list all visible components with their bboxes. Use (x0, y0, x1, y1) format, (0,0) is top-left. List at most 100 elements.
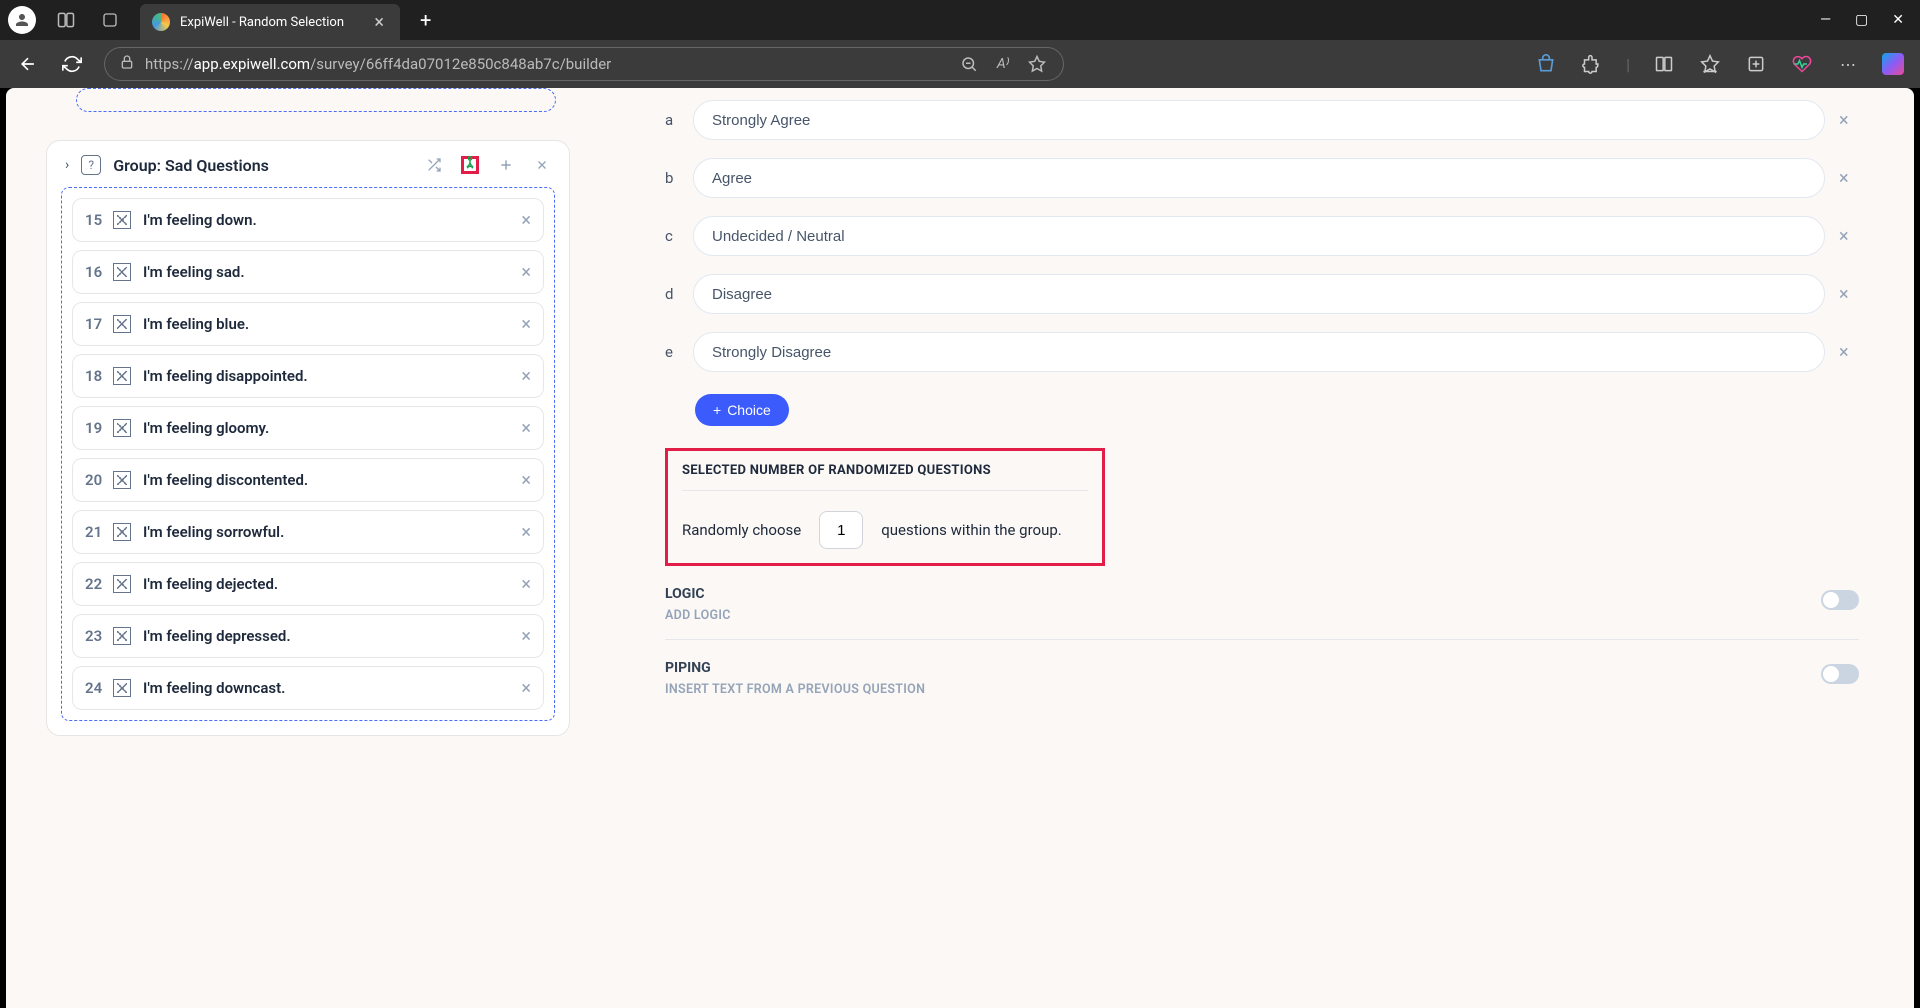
question-item[interactable]: 17 I'm feeling blue. × (72, 302, 544, 346)
back-button[interactable] (16, 52, 40, 76)
maximize-button[interactable]: ▢ (1855, 12, 1868, 28)
delete-choice-icon[interactable]: × (1839, 284, 1859, 305)
question-text: I'm feeling depressed. (143, 627, 521, 645)
delete-choice-icon[interactable]: × (1839, 110, 1859, 131)
question-item[interactable]: 15 I'm feeling down. × (72, 198, 544, 242)
split-screen-icon[interactable] (1652, 52, 1676, 76)
question-text: I'm feeling sad. (143, 263, 521, 281)
delete-question-icon[interactable]: × (521, 210, 531, 231)
settings-panel: a × b × c × d × e × + Choice SELECTED NU… (610, 88, 1914, 1008)
choice-input[interactable] (693, 158, 1825, 198)
question-type-icon (113, 523, 131, 541)
delete-question-icon[interactable]: × (521, 574, 531, 595)
choice-letter: c (665, 227, 679, 245)
question-text: I'm feeling downcast. (143, 679, 521, 697)
question-item[interactable]: 24 I'm feeling downcast. × (72, 666, 544, 710)
choice-input[interactable] (693, 216, 1825, 256)
question-item[interactable]: 23 I'm feeling depressed. × (72, 614, 544, 658)
question-type-icon (113, 211, 131, 229)
piping-label: PIPING (665, 660, 925, 676)
extensions-icon[interactable] (1580, 52, 1604, 76)
tab-title: ExpiWell - Random Selection (180, 15, 370, 30)
browser-tab[interactable]: ExpiWell - Random Selection × (140, 4, 400, 40)
piping-toggle[interactable] (1821, 664, 1859, 684)
delete-question-icon[interactable]: × (521, 262, 531, 283)
question-text: I'm feeling dejected. (143, 575, 521, 593)
tab-actions-icon[interactable] (96, 6, 124, 34)
read-aloud-icon[interactable]: A⁾ (991, 52, 1015, 76)
add-choice-button[interactable]: + Choice (695, 394, 789, 426)
delete-choice-icon[interactable]: × (1839, 168, 1859, 189)
app-content: › ? Group: Sad Questions (6, 88, 1914, 1008)
more-icon[interactable]: ⋯ (1836, 52, 1860, 76)
question-number: 15 (85, 211, 113, 229)
add-choice-label: Choice (727, 402, 771, 418)
delete-question-icon[interactable]: × (521, 314, 531, 335)
choice-row: c × (665, 216, 1859, 256)
choice-letter: d (665, 285, 679, 303)
question-type-icon (113, 263, 131, 281)
zoom-icon[interactable] (957, 52, 981, 76)
choice-input[interactable] (693, 274, 1825, 314)
delete-choice-icon[interactable]: × (1839, 226, 1859, 247)
collections-icon[interactable] (1744, 52, 1768, 76)
add-question-icon[interactable] (497, 156, 515, 174)
refresh-button[interactable] (60, 52, 84, 76)
delete-question-icon[interactable]: × (521, 470, 531, 491)
delete-question-icon[interactable]: × (521, 522, 531, 543)
choice-row: a × (665, 100, 1859, 140)
question-item[interactable]: 22 I'm feeling dejected. × (72, 562, 544, 606)
close-window-button[interactable]: ✕ (1892, 12, 1904, 28)
delete-choice-icon[interactable]: × (1839, 342, 1859, 363)
ghost-group-placeholder (76, 88, 556, 112)
choice-letter: a (665, 111, 679, 129)
question-item[interactable]: 18 I'm feeling disappointed. × (72, 354, 544, 398)
question-item[interactable]: 20 I'm feeling discontented. × (72, 458, 544, 502)
choice-input[interactable] (693, 332, 1825, 372)
address-bar[interactable]: https://app.expiwell.com/survey/66ff4da0… (104, 47, 1064, 81)
delete-question-icon[interactable]: × (521, 626, 531, 647)
question-text: I'm feeling down. (143, 211, 521, 229)
piping-sublabel: INSERT TEXT FROM A PREVIOUS QUESTION (665, 682, 925, 697)
logic-toggle[interactable] (1821, 590, 1859, 610)
copilot-icon[interactable] (1882, 53, 1904, 75)
collapse-chevron-icon[interactable]: › (65, 157, 69, 173)
health-icon[interactable] (1790, 52, 1814, 76)
question-number: 16 (85, 263, 113, 281)
random-count-input[interactable] (819, 511, 863, 549)
favorites-list-icon[interactable] (1698, 52, 1722, 76)
plus-icon: + (713, 402, 721, 418)
lock-icon (119, 54, 135, 74)
favorite-icon[interactable] (1025, 52, 1049, 76)
delete-question-icon[interactable]: × (521, 418, 531, 439)
question-item[interactable]: 16 I'm feeling sad. × (72, 250, 544, 294)
question-item[interactable]: 21 I'm feeling sorrowful. × (72, 510, 544, 554)
delete-group-icon[interactable] (533, 156, 551, 174)
browser-toolbar: https://app.expiwell.com/survey/66ff4da0… (0, 40, 1920, 88)
delete-question-icon[interactable]: × (521, 366, 531, 387)
choice-letter: b (665, 169, 679, 187)
question-text: I'm feeling gloomy. (143, 419, 521, 437)
random-select-icon[interactable] (461, 156, 479, 174)
piping-setting: PIPING INSERT TEXT FROM A PREVIOUS QUEST… (665, 660, 1859, 697)
question-type-icon (113, 315, 131, 333)
question-text: I'm feeling disappointed. (143, 367, 521, 385)
new-tab-button[interactable]: + (412, 4, 439, 36)
question-type-icon (113, 679, 131, 697)
question-number: 17 (85, 315, 113, 333)
random-prefix: Randomly choose (682, 521, 801, 539)
question-item[interactable]: 19 I'm feeling gloomy. × (72, 406, 544, 450)
shuffle-icon[interactable] (425, 156, 443, 174)
delete-question-icon[interactable]: × (521, 678, 531, 699)
tab-close-icon[interactable]: × (370, 12, 388, 33)
minimize-button[interactable]: — (1820, 12, 1831, 28)
choice-input[interactable] (693, 100, 1825, 140)
choice-row: b × (665, 158, 1859, 198)
shopping-icon[interactable] (1534, 52, 1558, 76)
group-card[interactable]: › ? Group: Sad Questions (46, 140, 570, 736)
question-text: I'm feeling sorrowful. (143, 523, 521, 541)
group-title: Group: Sad Questions (113, 156, 413, 175)
group-type-icon: ? (81, 155, 101, 175)
workspaces-icon[interactable] (52, 6, 80, 34)
profile-avatar[interactable] (8, 6, 36, 34)
